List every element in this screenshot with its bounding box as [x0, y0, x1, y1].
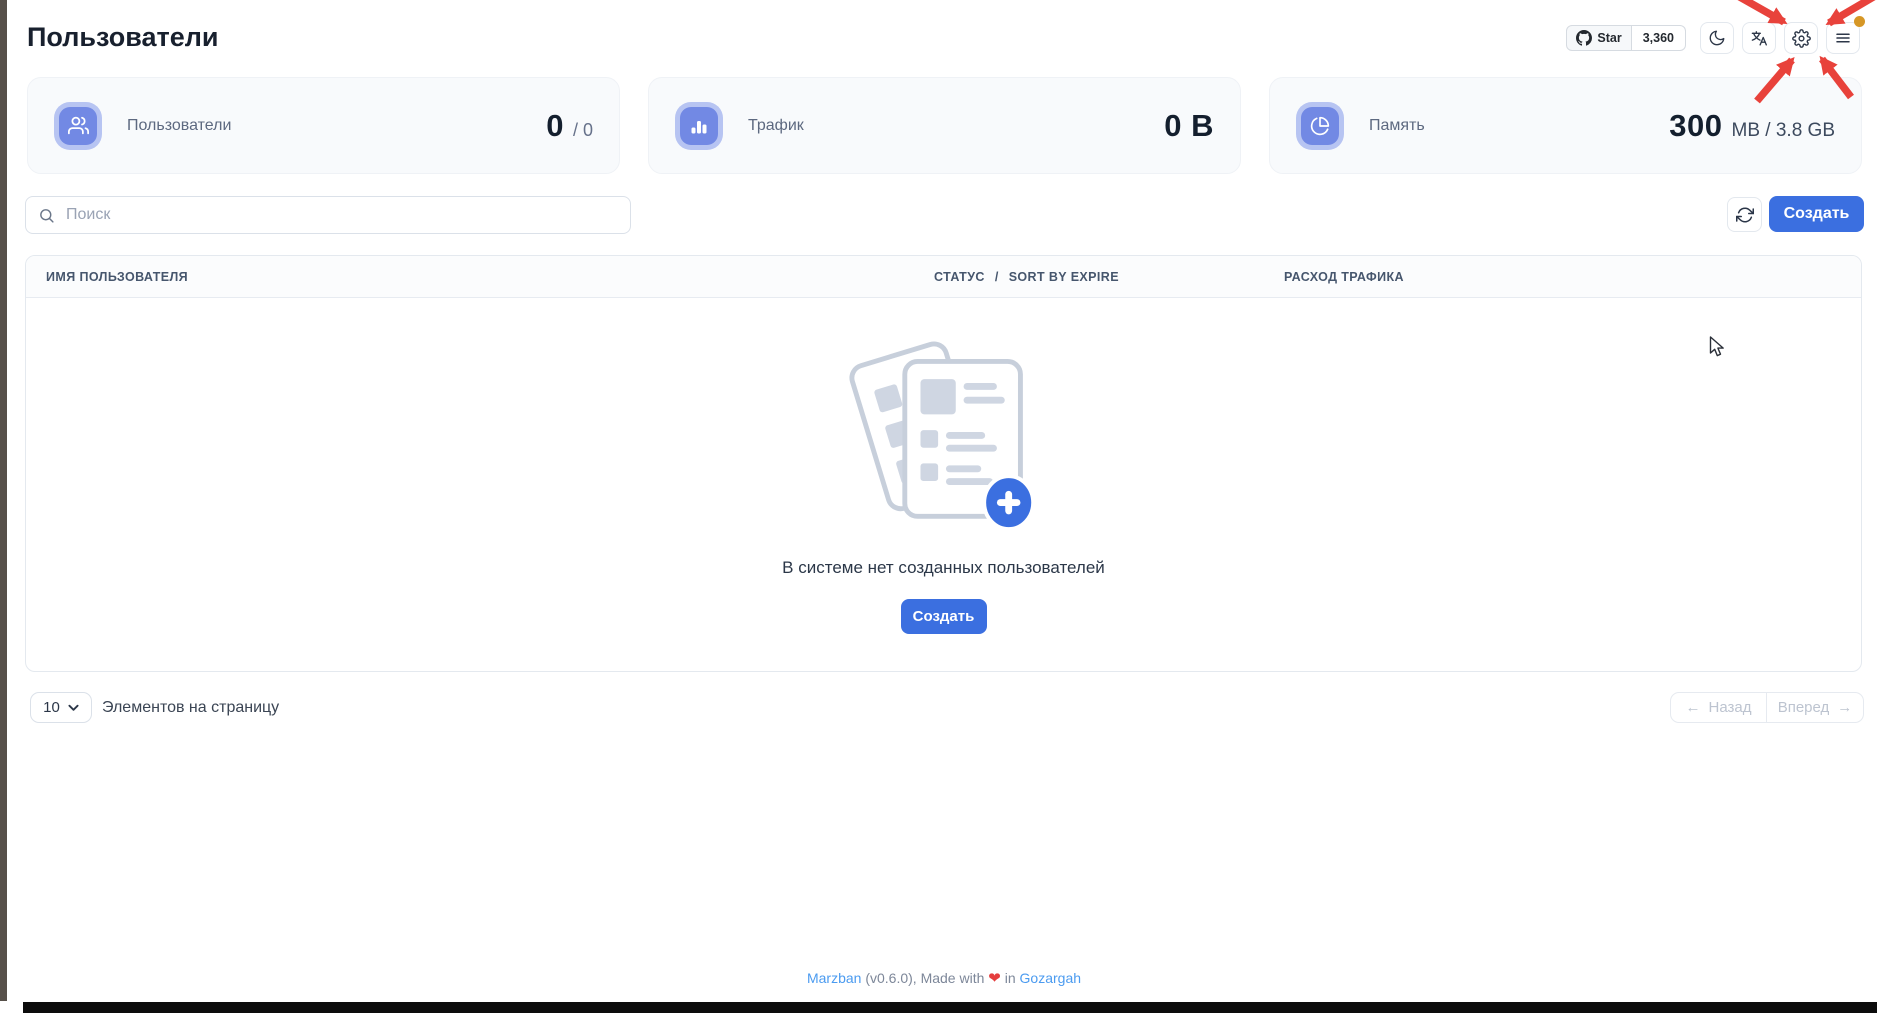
- empty-state-message: В системе нет созданных пользователей: [782, 558, 1105, 578]
- stat-value: 0 / 0: [546, 108, 593, 144]
- documents-illustration: [838, 336, 1050, 532]
- refresh-button[interactable]: [1727, 197, 1762, 232]
- create-user-button[interactable]: Создать: [1769, 196, 1864, 232]
- search-box: [25, 196, 631, 234]
- translate-icon: [1750, 29, 1769, 48]
- stat-label: Трафик: [748, 117, 804, 135]
- prev-page-button[interactable]: ← Назад: [1670, 692, 1767, 723]
- search-icon: [38, 207, 55, 224]
- chevron-down-icon: [68, 704, 79, 712]
- stat-value-suffix: MB / 3.8 GB: [1732, 120, 1835, 142]
- menu-button[interactable]: [1826, 22, 1860, 54]
- column-header-traffic[interactable]: РАСХОД ТРАФИКА: [1284, 270, 1861, 284]
- stat-card-users: Пользователи 0 / 0: [27, 77, 620, 174]
- sort-by-status[interactable]: СТАТУС: [934, 270, 985, 284]
- hamburger-icon: [1834, 29, 1852, 47]
- page-size-value: 10: [43, 699, 60, 716]
- header-actions: Star 3,360: [1566, 22, 1860, 54]
- prev-page-label: Назад: [1709, 699, 1752, 716]
- footer-version-text: (v0.6.0), Made with: [861, 970, 988, 986]
- sort-divider: /: [995, 270, 999, 284]
- github-icon: [1576, 30, 1592, 46]
- table-header-row: ИМЯ ПОЛЬЗОВАТЕЛЯ СТАТУС / SORT BY EXPIRE…: [26, 256, 1861, 298]
- next-page-label: Вперед: [1778, 699, 1830, 716]
- pagination-controls: ← Назад Вперед →: [1670, 692, 1864, 723]
- github-star-button[interactable]: Star: [1566, 25, 1631, 51]
- footer-in-text: in: [1001, 970, 1020, 986]
- column-header-status: СТАТУС / SORT BY EXPIRE: [934, 270, 1284, 284]
- github-star-widget[interactable]: Star 3,360: [1566, 25, 1686, 51]
- pie-chart-icon: [1301, 107, 1339, 145]
- empty-state-create-button[interactable]: Создать: [901, 599, 987, 634]
- page-title: Пользователи: [27, 22, 218, 53]
- window-edge-strip: [0, 0, 7, 1001]
- gear-icon: [1792, 29, 1811, 48]
- language-button[interactable]: [1742, 22, 1776, 54]
- theme-toggle-button[interactable]: [1700, 22, 1734, 54]
- stat-value: 300 MB / 3.8 GB: [1669, 108, 1835, 144]
- stat-card-memory: Память 300 MB / 3.8 GB: [1269, 77, 1862, 174]
- stat-value-main: 0 B: [1164, 108, 1214, 144]
- marzban-users-page: Пользователи Star 3,360: [0, 0, 1888, 1014]
- users-table: ИМЯ ПОЛЬЗОВАТЕЛЯ СТАТУС / SORT BY EXPIRE…: [25, 255, 1862, 672]
- arrow-right-icon: →: [1837, 699, 1852, 716]
- bar-chart-icon: [680, 107, 718, 145]
- marzban-link[interactable]: Marzban: [807, 970, 861, 986]
- stat-value-main: 300: [1669, 108, 1722, 144]
- footer: Marzban (v0.6.0), Made with ❤ in Gozarga…: [0, 969, 1888, 987]
- settings-button[interactable]: [1784, 22, 1818, 54]
- stat-label: Пользователи: [127, 117, 231, 135]
- refresh-icon: [1736, 206, 1754, 224]
- page-size-select[interactable]: 10: [30, 692, 92, 723]
- stat-value: 0 B: [1164, 108, 1214, 144]
- github-star-label: Star: [1597, 31, 1621, 45]
- search-input[interactable]: [64, 205, 618, 225]
- sort-by-expire[interactable]: SORT BY EXPIRE: [1009, 270, 1119, 284]
- heart-icon: ❤: [988, 970, 1001, 987]
- next-page-button[interactable]: Вперед →: [1767, 692, 1864, 723]
- page-size-label: Элементов на страницу: [102, 692, 279, 723]
- table-empty-state: В системе нет созданных пользователей Со…: [26, 298, 1861, 672]
- stat-label: Память: [1369, 117, 1425, 135]
- stat-value-suffix: / 0: [573, 120, 593, 141]
- users-icon: [59, 107, 97, 145]
- gozargah-link[interactable]: Gozargah: [1020, 970, 1081, 986]
- stat-card-traffic: Трафик 0 B: [648, 77, 1241, 174]
- stat-value-main: 0: [546, 108, 564, 144]
- notification-dot: [1854, 16, 1865, 27]
- moon-icon: [1708, 29, 1726, 47]
- window-bottom-bar: [23, 1002, 1877, 1013]
- plus-icon: [984, 476, 1033, 529]
- column-header-username[interactable]: ИМЯ ПОЛЬЗОВАТЕЛЯ: [26, 270, 934, 284]
- stats-cards: Пользователи 0 / 0 Трафик 0 B Память 300: [27, 77, 1862, 174]
- github-star-count[interactable]: 3,360: [1632, 25, 1686, 51]
- arrow-left-icon: ←: [1686, 699, 1701, 716]
